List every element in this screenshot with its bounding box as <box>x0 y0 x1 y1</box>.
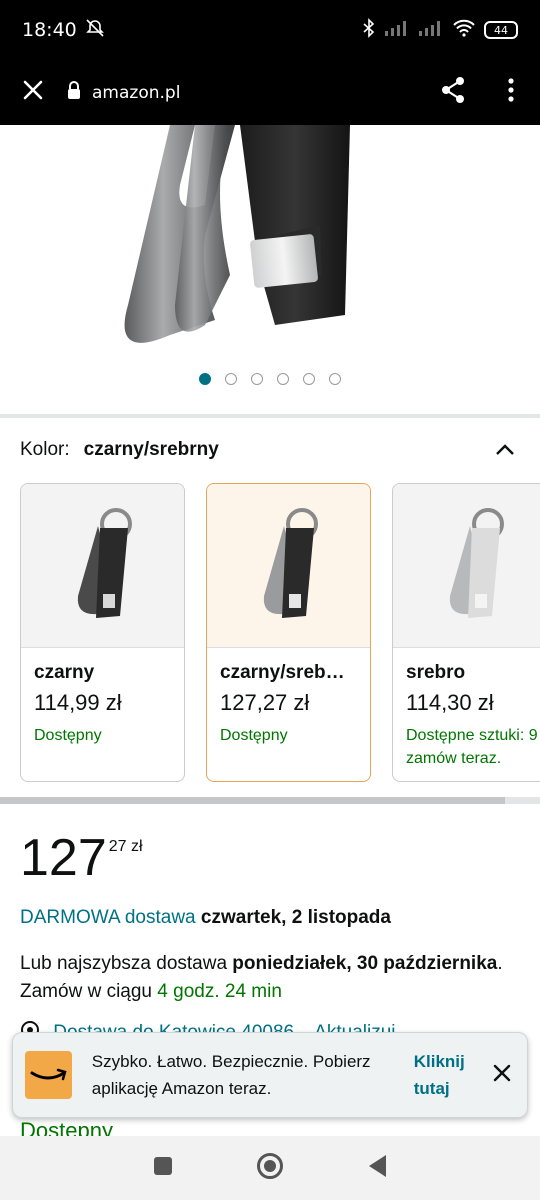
battery-indicator: 44 <box>484 21 518 39</box>
back-triangle-icon <box>367 1154 387 1183</box>
more-vertical-icon <box>508 78 514 107</box>
fast-delivery-info: Lub najszybsza dostawa poniedziałek, 30 … <box>20 950 520 1006</box>
price-fraction: 27 zł <box>108 838 143 855</box>
free-delivery-date: czwartek, 2 listopada <box>200 907 391 928</box>
variant-price: 127,27 zł <box>220 690 310 715</box>
close-icon <box>493 1064 511 1087</box>
variant-carousel[interactable]: czarny 114,99 zł Dostępny czarny/sreb… 1… <box>20 483 540 783</box>
close-icon <box>22 79 44 106</box>
share-icon <box>440 76 466 109</box>
variant-name: srebro <box>406 662 466 683</box>
color-selector-header[interactable]: Kolor: czarny/srebrny <box>20 430 520 470</box>
free-delivery-info: DARMOWA dostawa czwartek, 2 listopada <box>20 905 520 931</box>
signal-icon-2 <box>418 19 444 42</box>
variant-price: 114,99 zł <box>34 690 122 715</box>
pagination-dot[interactable] <box>251 373 263 385</box>
browser-toolbar: amazon.pl <box>0 60 540 125</box>
home-circle-icon <box>256 1152 284 1185</box>
variant-name: czarny/sreb… <box>220 662 345 683</box>
price-whole: 127 <box>20 829 107 887</box>
promo-message: Szybko. Łatwo. Bezpiecznie. Pobierz apli… <box>91 1052 371 1098</box>
recents-button[interactable] <box>143 1148 183 1188</box>
lock-icon <box>66 80 82 105</box>
color-label: Kolor: <box>20 439 70 460</box>
chevron-up-icon[interactable] <box>490 435 520 465</box>
square-icon <box>153 1156 173 1181</box>
section-divider <box>0 414 540 418</box>
variant-image <box>21 484 184 648</box>
status-time: 18:40 <box>22 19 77 41</box>
color-selected-value: czarny/srebrny <box>83 439 219 460</box>
promo-close-button[interactable] <box>482 1055 521 1095</box>
url-text: amazon.pl <box>92 82 181 103</box>
system-nav-bar <box>0 1136 540 1200</box>
close-tab-button[interactable] <box>0 60 66 125</box>
alarm-off-icon <box>85 18 105 43</box>
fast-delivery-prefix: Lub najszybsza dostawa <box>20 953 228 974</box>
fast-delivery-date: poniedziałek, 30 października <box>232 953 498 974</box>
variant-name: czarny <box>34 662 95 683</box>
pagination-dot[interactable] <box>225 373 237 385</box>
variant-price: 114,30 zł <box>406 690 494 715</box>
amazon-app-icon <box>25 1051 72 1099</box>
share-button[interactable] <box>424 60 482 125</box>
carousel-scroll-thumb[interactable] <box>0 797 505 804</box>
variant-card-srebro[interactable]: srebro 114,30 zł Dostępne sztuki: 9 – za… <box>392 483 540 782</box>
product-price: 127 27 zł <box>20 830 143 886</box>
back-button[interactable] <box>357 1148 397 1188</box>
url-bar[interactable]: amazon.pl <box>66 80 180 105</box>
menu-button[interactable] <box>482 60 540 125</box>
variant-card-czarny[interactable]: czarny 114,99 zł Dostępny <box>20 483 185 782</box>
pagination-dot[interactable] <box>303 373 315 385</box>
variant-availability: Dostępny <box>220 727 288 744</box>
status-bar: 18:40 44 <box>0 0 540 60</box>
pagination-dot[interactable] <box>329 373 341 385</box>
wifi-icon <box>452 19 476 42</box>
variant-card-czarny-srebrny[interactable]: czarny/sreb… 127,27 zł Dostępny <box>206 483 371 782</box>
variant-image <box>393 484 540 648</box>
variant-image <box>207 484 370 648</box>
variant-availability: Dostępne sztuki: 9 – zamów teraz. <box>406 727 540 767</box>
signal-icon <box>384 19 410 42</box>
app-promo-banner: Szybko. Łatwo. Bezpiecznie. Pobierz apli… <box>12 1032 528 1118</box>
promo-link[interactable]: Kliknij tutaj <box>414 1048 482 1102</box>
free-delivery-link[interactable]: DARMOWA dostawa <box>20 907 196 928</box>
bluetooth-icon <box>362 17 376 43</box>
pagination-dot[interactable] <box>277 373 289 385</box>
home-button[interactable] <box>250 1148 290 1188</box>
order-within-time: 4 godz. 24 min <box>157 981 282 1002</box>
variant-availability: Dostępny <box>34 727 102 744</box>
product-image[interactable] <box>0 125 540 415</box>
image-pagination[interactable] <box>0 373 540 385</box>
pagination-dot[interactable] <box>199 373 211 385</box>
